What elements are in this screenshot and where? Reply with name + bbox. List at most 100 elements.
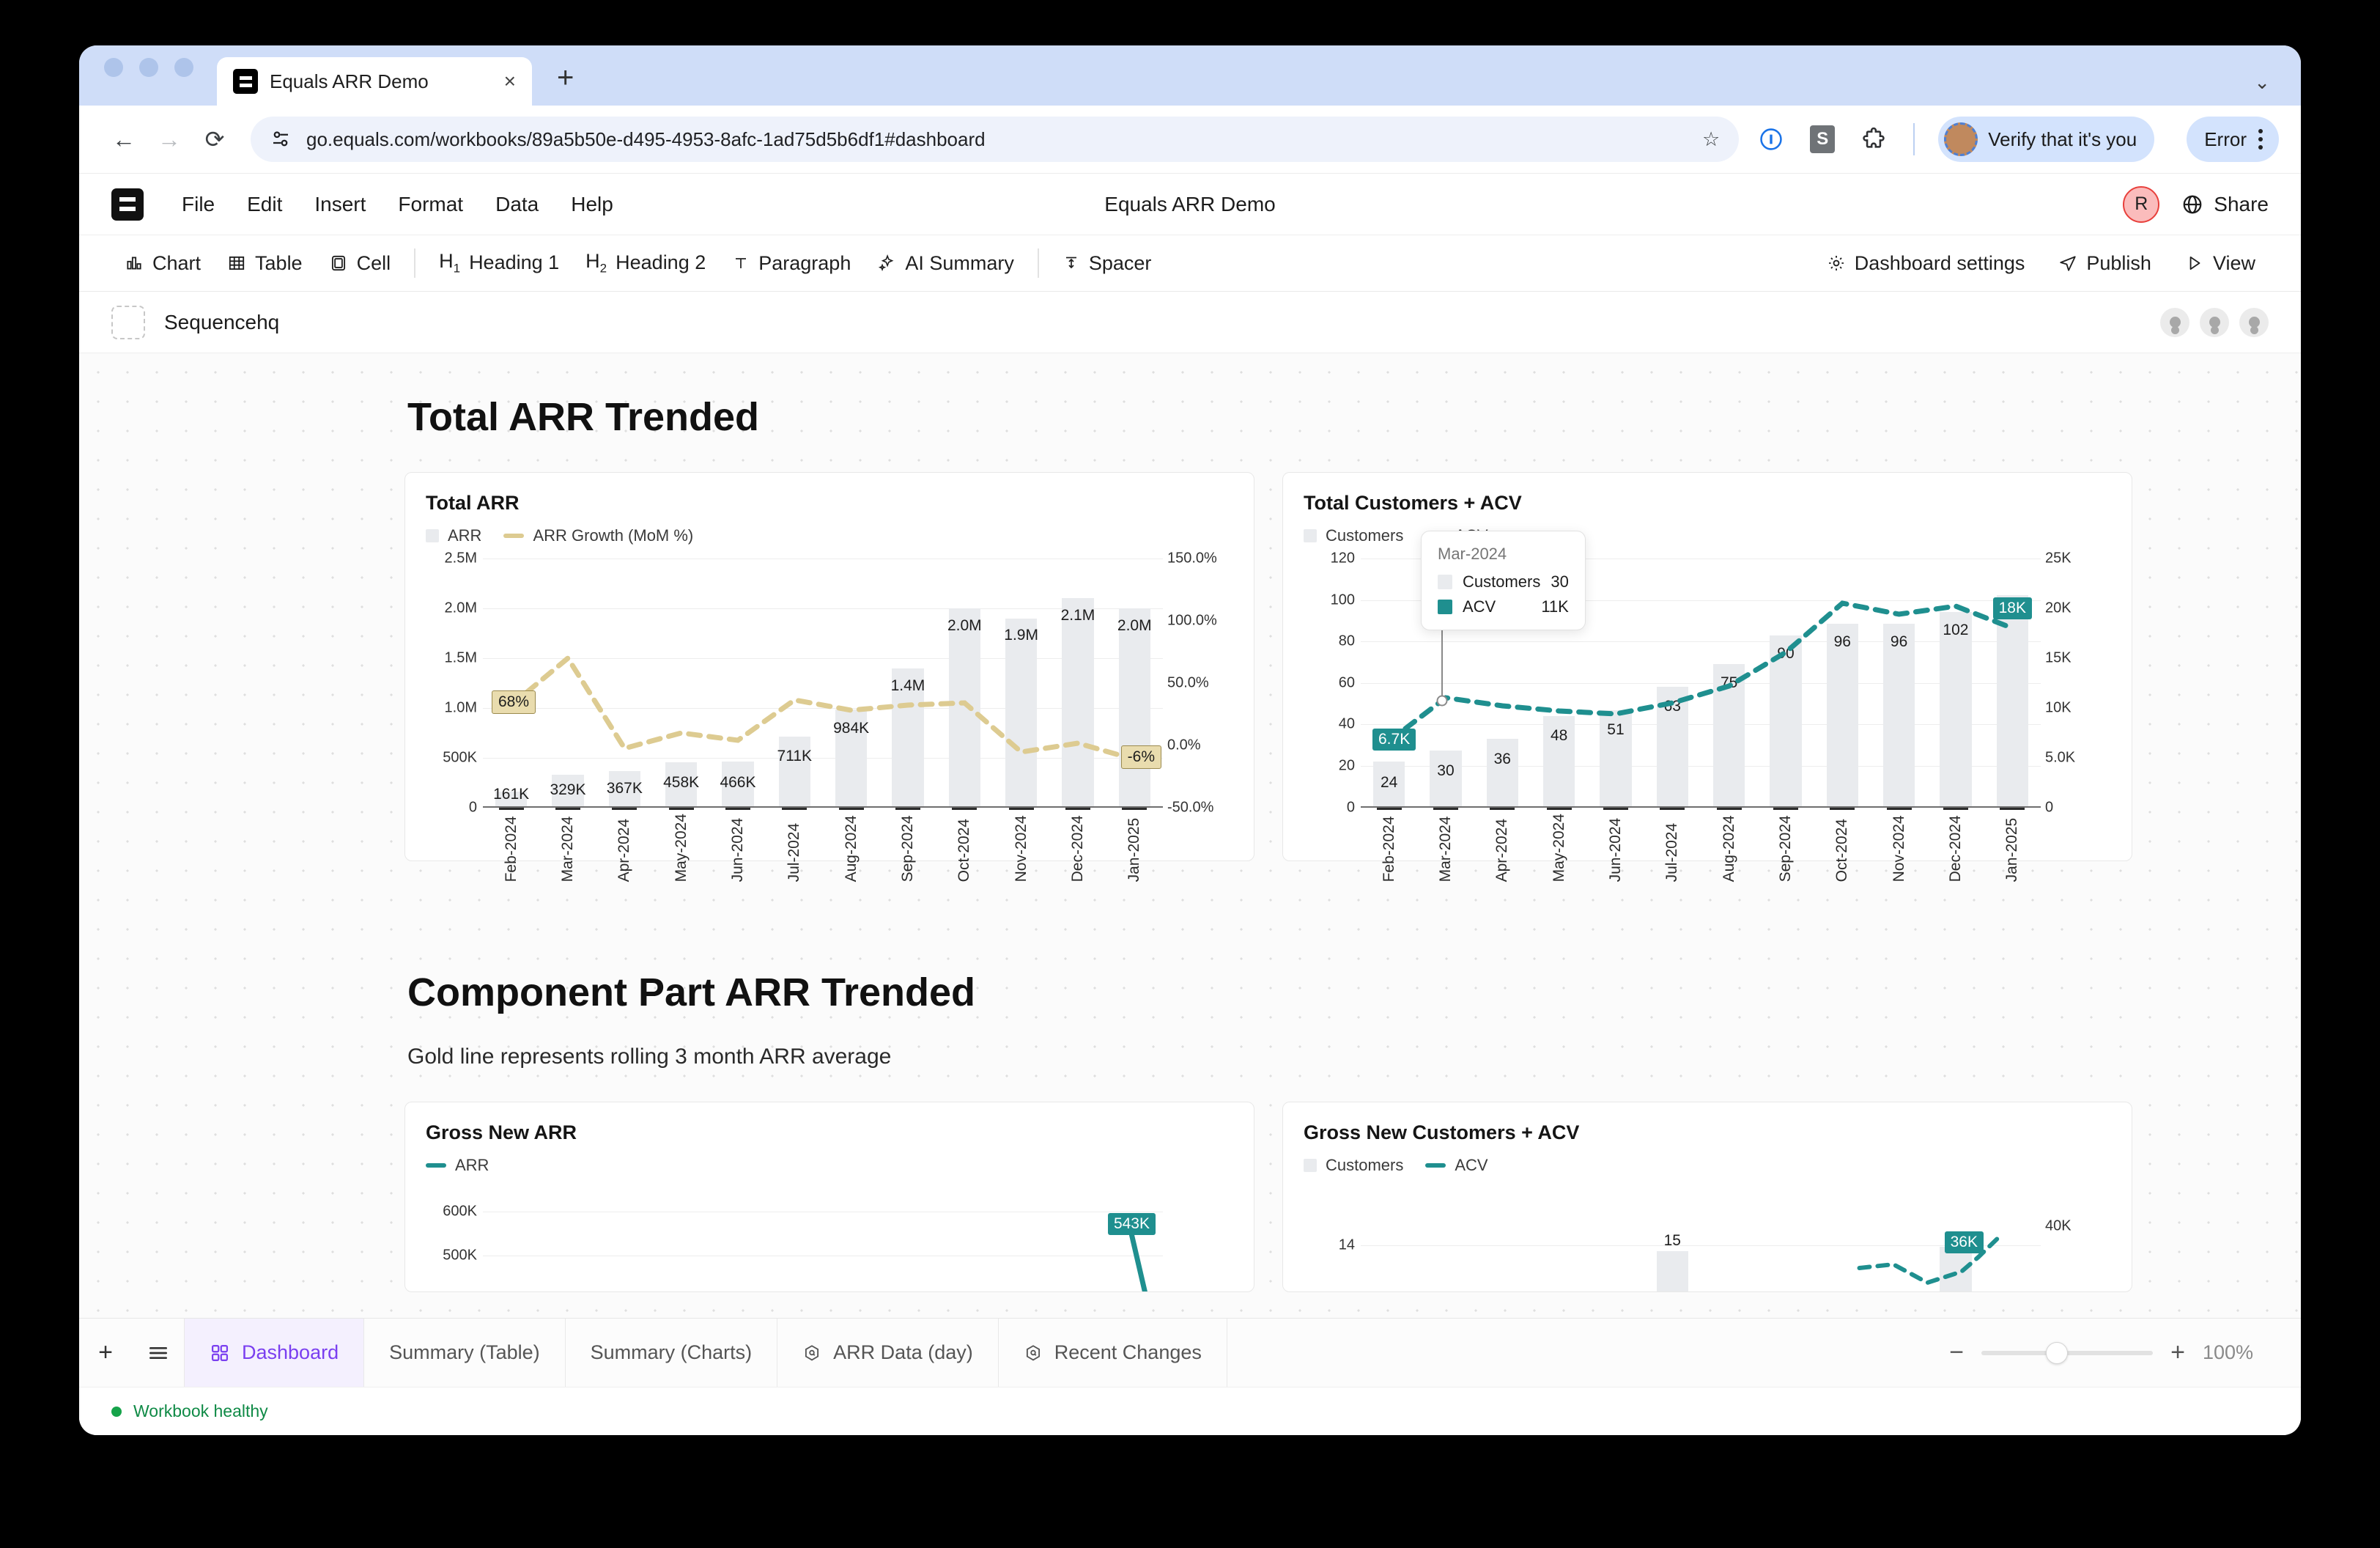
publish-button[interactable]: Publish <box>2045 246 2165 281</box>
y2-tick: 150.0% <box>1167 550 1217 567</box>
reload-button[interactable]: ⟳ <box>192 117 237 162</box>
avatar[interactable] <box>2200 308 2229 337</box>
workbook-title: Equals ARR Demo <box>1104 193 1275 216</box>
menu-item-help[interactable]: Help <box>555 187 629 222</box>
menu-item-insert[interactable]: Insert <box>298 187 382 222</box>
legend-item-arr-growth[interactable]: ARR Growth (MoM %) <box>503 526 693 545</box>
zoom-slider-knob[interactable] <box>2046 1342 2068 1364</box>
ai-summary-button[interactable]: AI Summary <box>864 246 1027 281</box>
y2-tick: 20K <box>2045 600 2072 617</box>
kebab-menu-icon[interactable] <box>2254 129 2267 150</box>
zoom-slider[interactable] <box>1981 1351 2153 1355</box>
share-button[interactable]: Share <box>2181 193 2269 216</box>
data-label-first-growth: 68% <box>492 690 536 714</box>
address-bar[interactable]: go.equals.com/workbooks/89a5b50e-d495-49… <box>251 117 1739 162</box>
zoom-in-button[interactable]: + <box>2170 1338 2185 1367</box>
tooltip-row-customers: Customers 30 <box>1438 572 1569 591</box>
sheet-tab-summary-charts[interactable]: Summary (Charts) <box>565 1319 778 1387</box>
spacer-icon <box>1062 254 1080 272</box>
sheet-tab-dashboard[interactable]: Dashboard <box>184 1319 364 1387</box>
legend-item-customers[interactable]: Customers <box>1304 1156 1403 1175</box>
heading-1-button[interactable]: H1 Heading 1 <box>426 244 572 281</box>
legend-swatch <box>1425 1163 1446 1168</box>
add-sheet-button[interactable]: + <box>79 1319 132 1387</box>
new-tab-button[interactable]: + <box>557 63 574 106</box>
forward-button[interactable]: → <box>147 117 192 162</box>
heading-2-button[interactable]: H2 Heading 2 <box>572 244 719 281</box>
site-settings-icon[interactable] <box>270 128 292 150</box>
avatar[interactable] <box>2239 308 2269 337</box>
sheet-tab-recent-changes[interactable]: Recent Changes <box>998 1319 1227 1387</box>
legend-label: Customers <box>1326 526 1403 545</box>
maximize-window-button[interactable] <box>174 58 193 77</box>
spacer-label: Spacer <box>1089 252 1152 275</box>
avatar[interactable] <box>2160 308 2189 337</box>
chart-legend: ARR ARR Growth (MoM %) <box>426 526 1233 545</box>
send-icon <box>2058 254 2077 273</box>
chevron-down-icon[interactable]: ⌄ <box>2254 71 2270 94</box>
bar-column: 96 <box>1871 559 1927 808</box>
s-extension-icon[interactable]: S <box>1806 123 1838 155</box>
legend-item-acv[interactable]: ACV <box>1425 1156 1488 1175</box>
document-name[interactable]: Sequencehq <box>164 311 279 334</box>
chart-grid: 15 36K <box>1361 1191 2041 1292</box>
insert-chart-button[interactable]: Chart <box>111 246 214 281</box>
menu-item-data[interactable]: Data <box>479 187 555 222</box>
chart-card-gross-new-arr[interactable]: Gross New ARR ARR 500K 600K <box>404 1102 1254 1292</box>
sheet-tab-arr-data-day[interactable]: ARR Data (day) <box>777 1319 999 1387</box>
menu-item-file[interactable]: File <box>166 187 231 222</box>
bar-column: 329K <box>539 559 596 808</box>
legend-item-customers[interactable]: Customers <box>1304 526 1403 545</box>
menu-item-format[interactable]: Format <box>382 187 479 222</box>
menu-item-edit[interactable]: Edit <box>231 187 298 222</box>
bar-column: 367K <box>596 559 653 808</box>
document-icon-placeholder[interactable] <box>111 306 145 339</box>
browser-tabstrip: Equals ARR Demo × + ⌄ <box>79 45 2301 106</box>
puzzle-icon[interactable] <box>1858 123 1890 155</box>
browser-omnibar: ← → ⟳ go.equals.com/workbooks/89a5b50e-d… <box>79 106 2301 173</box>
chart-card-total-customers-acv[interactable]: Total Customers + ACV Customers ACV <box>1282 472 2132 861</box>
error-menu-button[interactable]: Error <box>2187 117 2279 162</box>
legend-label: Customers <box>1326 1156 1403 1175</box>
info-icon[interactable] <box>1755 123 1787 155</box>
bar-column: 51 <box>1587 559 1644 808</box>
cell-icon <box>329 254 348 273</box>
sheet-list-icon[interactable] <box>132 1319 185 1387</box>
view-button[interactable]: View <box>2172 246 2269 281</box>
sheet-tab-label: Summary (Charts) <box>591 1341 753 1364</box>
close-icon[interactable]: × <box>504 71 516 92</box>
sheet-tab-summary-table[interactable]: Summary (Table) <box>363 1319 566 1387</box>
dashboard-settings-button[interactable]: Dashboard settings <box>1814 246 2039 281</box>
browser-tab[interactable]: Equals ARR Demo × <box>217 57 532 106</box>
legend-item-arr[interactable]: ARR <box>426 1156 489 1175</box>
close-window-button[interactable] <box>104 58 123 77</box>
legend-label: ARR <box>448 526 481 545</box>
browser-window: Equals ARR Demo × + ⌄ ← → ⟳ go.equals.co… <box>79 45 2301 1435</box>
verify-identity-button[interactable]: Verify that it's you <box>1938 117 2154 162</box>
chart-title: Gross New ARR <box>426 1121 1233 1144</box>
paragraph-button[interactable]: Paragraph <box>719 246 864 281</box>
bar-series-customers: 15 <box>1361 1191 2041 1292</box>
user-avatar[interactable]: R <box>2123 186 2159 223</box>
legend-label: ACV <box>1455 1156 1488 1175</box>
hover-point-marker <box>1436 695 1448 707</box>
zoom-out-button[interactable]: − <box>1949 1338 1964 1367</box>
insert-table-button[interactable]: Table <box>214 246 316 281</box>
insert-cell-button[interactable]: Cell <box>316 246 404 281</box>
x-tick: Sep-2024 <box>899 814 917 882</box>
bookmark-icon[interactable]: ☆ <box>1702 128 1720 151</box>
bar-column: 711K <box>766 559 823 808</box>
data-label-last-acv: 36K <box>1945 1231 1984 1253</box>
equals-logo-icon[interactable] <box>111 188 144 221</box>
tooltip-series-name: Customers <box>1463 572 1540 591</box>
chart-plot-area: 0 500K 1.0M 1.5M 2.0M 2.5M -50.0% 0.0% 5… <box>426 559 1233 844</box>
legend-item-arr[interactable]: ARR <box>426 526 481 545</box>
dashboard-page: Total ARR Trended Total ARR ARR ARR Grow… <box>79 353 2301 1292</box>
spacer-button[interactable]: Spacer <box>1049 246 1165 281</box>
chart-card-total-arr[interactable]: Total ARR ARR ARR Growth (MoM %) <box>404 472 1254 861</box>
chart-card-gross-new-customers-acv[interactable]: Gross New Customers + ACV Customers ACV <box>1282 1102 2132 1292</box>
h1-icon: H1 <box>439 250 460 276</box>
y2-tick: 0.0% <box>1167 737 1201 754</box>
back-button[interactable]: ← <box>101 117 147 162</box>
minimize-window-button[interactable] <box>139 58 158 77</box>
